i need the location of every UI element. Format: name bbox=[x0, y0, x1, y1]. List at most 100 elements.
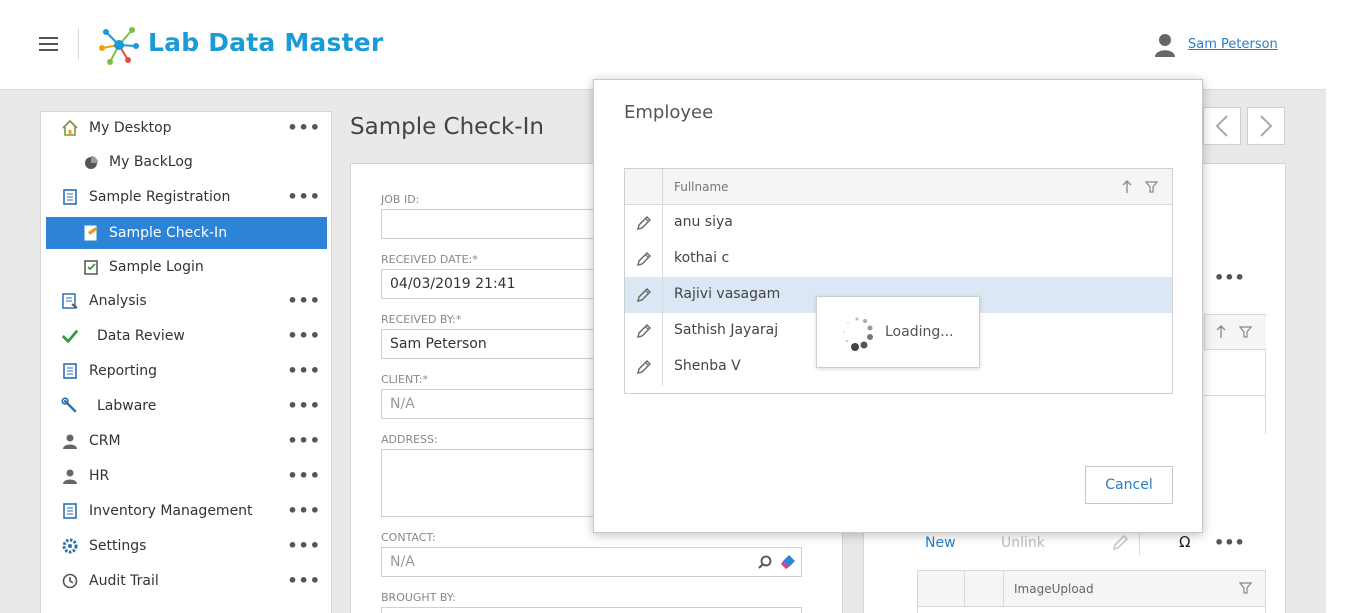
toolbar-divider bbox=[1139, 530, 1140, 556]
image-grid: ImageUpload bbox=[917, 570, 1266, 613]
filter-icon[interactable] bbox=[1239, 582, 1252, 594]
next-record-button[interactable] bbox=[1247, 107, 1285, 145]
cancel-button[interactable]: Cancel bbox=[1085, 466, 1173, 504]
sidebar-item-labware[interactable]: Labware ••• bbox=[46, 390, 327, 422]
contact-input[interactable]: N/A bbox=[381, 547, 802, 577]
spinner-icon bbox=[843, 317, 873, 351]
panel-grid-line bbox=[1204, 395, 1266, 396]
sidebar-item-label: Inventory Management bbox=[89, 503, 253, 519]
sidebar-item-hr[interactable]: HR ••• bbox=[46, 460, 327, 492]
received-by-label: RECEIVED BY:* bbox=[381, 313, 462, 326]
form-icon bbox=[61, 188, 79, 206]
sidebar-item-analysis[interactable]: Analysis ••• bbox=[46, 285, 327, 317]
pie-chart-icon bbox=[82, 153, 100, 171]
brought-by-input[interactable] bbox=[381, 607, 802, 613]
app-header: Lab Data Master Sam Peterson bbox=[0, 0, 1326, 90]
item-menu-button[interactable]: ••• bbox=[287, 326, 321, 345]
panel-grid-edge bbox=[1265, 350, 1266, 434]
page-title: Sample Check-In bbox=[350, 114, 544, 140]
sidebar-item-my-backlog[interactable]: My BackLog bbox=[46, 146, 327, 178]
unlink-button[interactable]: Unlink bbox=[1001, 535, 1045, 551]
sidebar-item-sample-login[interactable]: Sample Login bbox=[46, 251, 327, 283]
sidebar-item-inventory-management[interactable]: Inventory Management ••• bbox=[46, 495, 327, 527]
home-icon bbox=[61, 119, 79, 137]
image-grid-header: ImageUpload bbox=[918, 571, 1265, 607]
item-menu-button[interactable]: ••• bbox=[287, 361, 321, 380]
edit-pencil-icon[interactable] bbox=[636, 323, 652, 339]
toolbar-menu-button[interactable]: ••• bbox=[1214, 533, 1245, 552]
history-icon bbox=[61, 572, 79, 590]
sidebar-item-my-desktop[interactable]: My Desktop ••• bbox=[46, 112, 327, 144]
new-button[interactable]: New bbox=[925, 535, 956, 551]
gear-icon bbox=[61, 537, 79, 555]
eraser-icon[interactable] bbox=[780, 554, 796, 570]
sidebar-item-label: CRM bbox=[89, 433, 121, 449]
received-date-label: RECEIVED DATE:* bbox=[381, 253, 478, 266]
sidebar-item-label: Labware bbox=[97, 398, 157, 414]
sidebar-item-settings[interactable]: Settings ••• bbox=[46, 530, 327, 562]
item-menu-button[interactable]: ••• bbox=[287, 396, 321, 415]
sidebar-item-reporting[interactable]: Reporting ••• bbox=[46, 355, 327, 387]
hamburger-menu-icon[interactable] bbox=[39, 37, 58, 52]
edit-pencil-icon[interactable] bbox=[636, 359, 652, 375]
right-edge bbox=[1326, 0, 1360, 613]
edit-pencil-icon[interactable] bbox=[636, 251, 652, 267]
user-name-link[interactable]: Sam Peterson bbox=[1188, 37, 1278, 52]
sidebar-item-sample-registration[interactable]: Sample Registration ••• bbox=[46, 181, 327, 213]
item-menu-button[interactable]: ••• bbox=[287, 118, 321, 137]
edit-pencil-icon[interactable] bbox=[636, 287, 652, 303]
app-title: Lab Data Master bbox=[148, 28, 384, 57]
edit-pencil-icon[interactable] bbox=[636, 215, 652, 231]
fullname-cell: Sathish Jayaraj bbox=[674, 322, 779, 338]
filter-icon[interactable] bbox=[1145, 181, 1158, 193]
fullname-column-header[interactable]: Fullname bbox=[674, 180, 729, 194]
contact-value: N/A bbox=[390, 554, 415, 570]
table-row[interactable]: anu siya bbox=[625, 205, 1172, 241]
sort-asc-icon[interactable] bbox=[1122, 180, 1132, 194]
sidebar-item-label: My Desktop bbox=[89, 120, 172, 136]
sort-asc-icon[interactable] bbox=[1216, 325, 1226, 339]
sidebar-item-label: Sample Registration bbox=[89, 189, 231, 205]
item-menu-button[interactable]: ••• bbox=[287, 291, 321, 310]
sidebar: My Desktop ••• My BackLog Sample Registrati… bbox=[40, 111, 332, 613]
sidebar-item-data-review[interactable]: Data Review ••• bbox=[46, 320, 327, 352]
person-icon bbox=[61, 432, 79, 450]
item-menu-button[interactable]: ••• bbox=[287, 431, 321, 450]
chevron-left-icon bbox=[1215, 115, 1228, 137]
sidebar-item-sample-check-in[interactable]: Sample Check-In bbox=[46, 217, 327, 249]
edit-pencil-icon[interactable] bbox=[1111, 534, 1129, 552]
dialog-title: Employee bbox=[624, 102, 714, 123]
filter-icon[interactable] bbox=[1239, 326, 1252, 338]
table-row[interactable]: kothai c bbox=[625, 241, 1172, 277]
sidebar-item-label: Settings bbox=[89, 538, 147, 554]
chevron-right-icon bbox=[1260, 115, 1273, 137]
item-menu-button[interactable]: ••• bbox=[287, 501, 321, 520]
item-menu-button[interactable]: ••• bbox=[287, 536, 321, 555]
omega-button[interactable]: Ω bbox=[1179, 533, 1190, 551]
sidebar-item-audit-trail[interactable]: Audit Trail ••• bbox=[46, 565, 327, 597]
user-avatar-icon bbox=[1155, 34, 1175, 57]
sidebar-item-label: HR bbox=[89, 468, 110, 484]
analysis-icon bbox=[61, 292, 79, 310]
fullname-cell: anu siya bbox=[674, 214, 733, 230]
item-menu-button[interactable]: ••• bbox=[287, 187, 321, 206]
contact-label: CONTACT: bbox=[381, 531, 436, 544]
brought-by-label: BROUGHT BY: bbox=[381, 591, 456, 604]
checkmark-icon bbox=[61, 327, 79, 345]
clipboard-check-icon bbox=[82, 258, 100, 276]
sidebar-item-label: Analysis bbox=[89, 293, 147, 309]
sidebar-item-label: Sample Check-In bbox=[109, 225, 228, 241]
header-divider bbox=[78, 28, 79, 60]
sidebar-item-crm[interactable]: CRM ••• bbox=[46, 425, 327, 457]
image-upload-column[interactable]: ImageUpload bbox=[1014, 582, 1094, 596]
search-icon[interactable] bbox=[758, 555, 772, 569]
item-menu-button[interactable]: ••• bbox=[287, 571, 321, 590]
form-icon bbox=[61, 502, 79, 520]
sidebar-item-label: Reporting bbox=[89, 363, 158, 379]
fullname-cell: Shenba V bbox=[674, 358, 741, 374]
previous-record-button[interactable] bbox=[1203, 107, 1241, 145]
panel-menu-button[interactable]: ••• bbox=[1214, 268, 1245, 287]
item-menu-button[interactable]: ••• bbox=[287, 466, 321, 485]
loading-text: Loading... bbox=[885, 324, 954, 340]
sidebar-item-label: My BackLog bbox=[109, 154, 193, 170]
